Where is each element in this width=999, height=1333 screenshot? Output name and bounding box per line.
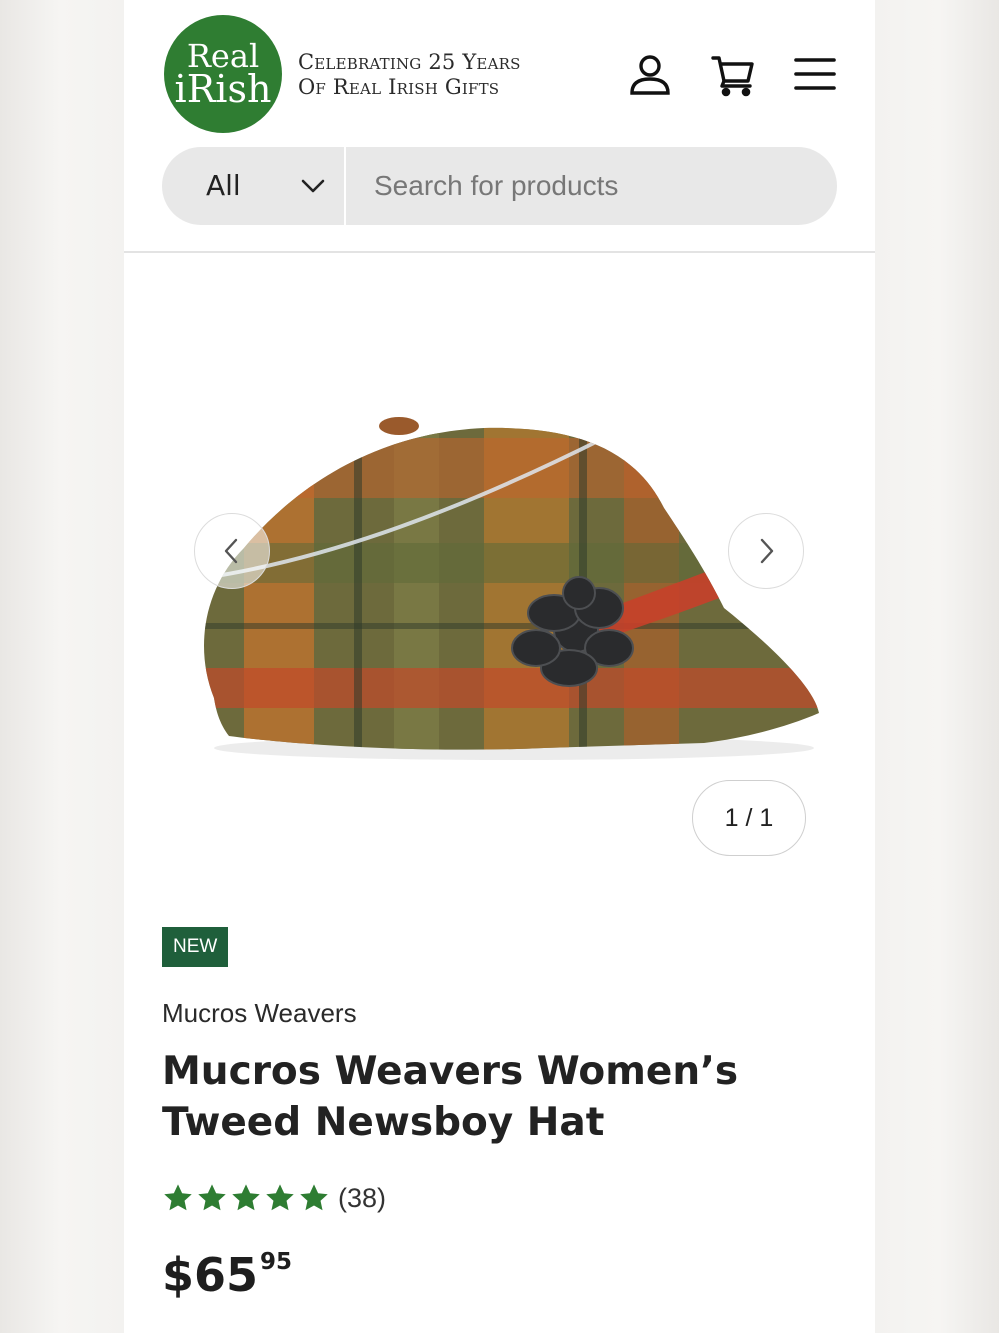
tagline-line1: Celebrating 25 Years	[298, 50, 521, 74]
account-icon	[630, 55, 670, 95]
category-select-value: All	[206, 169, 241, 202]
star-icon	[266, 1184, 294, 1211]
logo-text-line2: iRish	[174, 67, 272, 111]
site-tagline: Celebrating 25 Years Of Real Irish Gifts	[298, 50, 521, 100]
category-select[interactable]: All	[162, 147, 346, 225]
chevron-down-icon	[301, 179, 325, 193]
menu-button[interactable]	[792, 52, 838, 98]
review-count: (38)	[338, 1182, 387, 1213]
site-logo[interactable]: Real iRish	[164, 15, 282, 133]
account-button[interactable]	[627, 52, 673, 98]
search-bar: All	[162, 147, 837, 225]
product-image[interactable]	[184, 368, 824, 768]
star-icon	[164, 1184, 192, 1211]
chevron-right-icon	[760, 538, 774, 564]
product-price: $6595	[162, 1248, 292, 1302]
cart-icon	[711, 56, 754, 97]
gallery-counter: 1 / 1	[692, 780, 806, 856]
star-rating	[162, 1182, 330, 1214]
tagline-line2: Of Real Irish Gifts	[298, 75, 500, 99]
price-cents: 95	[260, 1249, 293, 1275]
cart-button[interactable]	[710, 52, 756, 98]
gallery-prev-button[interactable]	[194, 513, 270, 589]
price-dollars: $65	[162, 1248, 259, 1302]
page: Real iRish Celebrating 25 Years Of Real …	[124, 0, 875, 1333]
star-icon	[232, 1184, 260, 1211]
product-title: Mucros Weavers Women’s Tweed Newsboy Hat	[162, 1049, 739, 1145]
star-icon	[198, 1184, 226, 1211]
chevron-left-icon	[224, 538, 238, 564]
product-rating[interactable]: (38)	[162, 1178, 386, 1218]
search-input[interactable]	[348, 147, 828, 225]
gallery-next-button[interactable]	[728, 513, 804, 589]
menu-icon	[794, 58, 836, 90]
product-gallery: 1 / 1	[124, 253, 875, 893]
star-icon	[300, 1184, 328, 1211]
product-vendor[interactable]: Mucros Weavers	[162, 998, 357, 1029]
new-badge: NEW	[162, 927, 229, 967]
